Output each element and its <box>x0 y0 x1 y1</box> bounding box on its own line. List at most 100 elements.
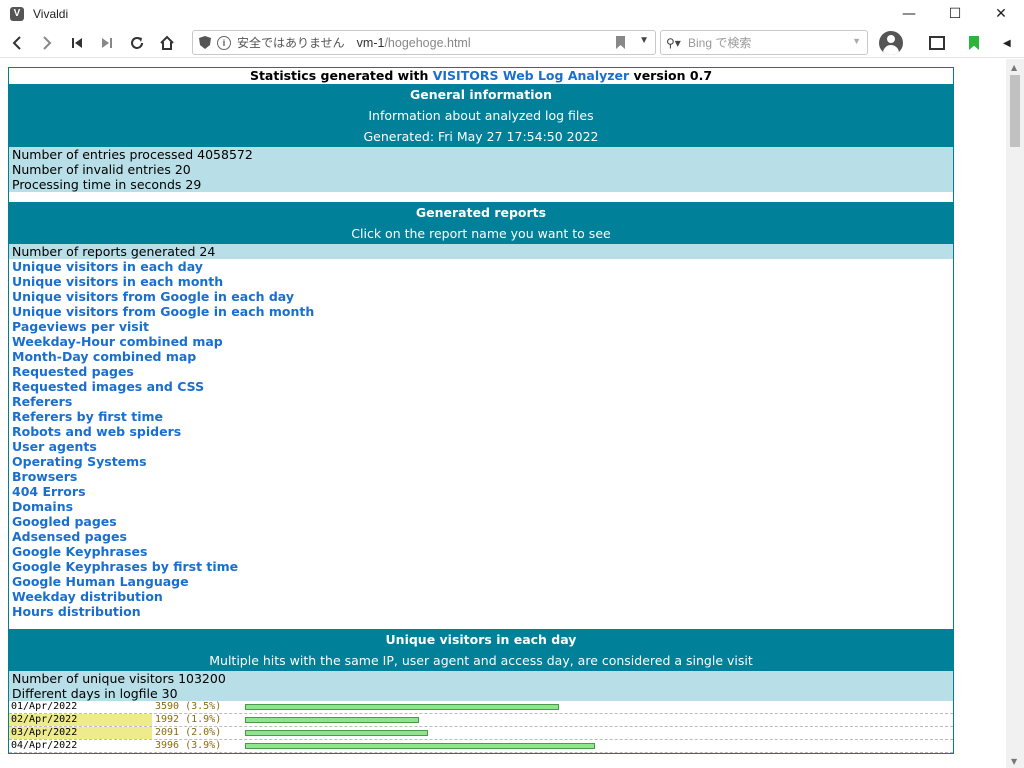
row-bar <box>245 717 419 723</box>
general-info-block: Number of entries processed 4058572 Numb… <box>9 147 953 192</box>
forward-arrow-icon[interactable] <box>32 29 62 57</box>
search-placeholder: Bing で検索 <box>688 36 752 50</box>
report-link[interactable]: Unique visitors from Google in each mont… <box>12 304 953 319</box>
report-link[interactable]: 404 Errors <box>12 484 953 499</box>
scroll-thumb[interactable] <box>1010 75 1020 147</box>
bookmark-icon[interactable] <box>616 36 625 49</box>
report-link[interactable]: Domains <box>12 499 953 514</box>
reports-count: Number of reports generated 24 <box>9 244 953 259</box>
capture-icon[interactable] <box>929 36 945 50</box>
close-button[interactable]: ✕ <box>978 0 1024 28</box>
report-link[interactable]: Weekday-Hour combined map <box>12 334 953 349</box>
different-days-count: Different days in logfile 30 <box>12 686 178 701</box>
reload-icon[interactable] <box>122 29 152 57</box>
report-link[interactable]: User agents <box>12 439 953 454</box>
daily-visitors-title: Unique visitors in each day <box>385 632 577 647</box>
home-icon[interactable] <box>152 29 182 57</box>
report-link[interactable]: Google Human Language <box>12 574 953 589</box>
fast-forward-icon[interactable] <box>92 29 122 57</box>
search-chevron-down-icon[interactable]: ▼ <box>852 36 861 46</box>
table-row: 01/Apr/2022 3590 (3.5%) <box>9 701 953 714</box>
daily-visitors-table: 01/Apr/2022 3590 (3.5%) 02/Apr/2022 1992 (1… <box>9 701 953 753</box>
scroll-down-icon[interactable]: ▼ <box>1011 757 1017 766</box>
report-link[interactable]: Referers by first time <box>12 409 953 424</box>
report-link[interactable]: Month-Day combined map <box>12 349 953 364</box>
info-icon[interactable]: i <box>217 35 231 50</box>
title-suffix: version 0.7 <box>629 68 713 83</box>
url-path: /hogehoge.html <box>384 35 471 50</box>
back-arrow-icon[interactable] <box>2 29 32 57</box>
row-value: 1992 (1.9%) <box>155 714 222 725</box>
maximize-button[interactable]: ☐ <box>932 0 978 28</box>
insecure-label: 安全ではありません <box>237 36 345 50</box>
search-bar[interactable]: ⚲▾ Bing で検索 ▼ <box>660 30 868 55</box>
title-prefix: Statistics generated with <box>249 68 433 83</box>
general-info-title: General information <box>410 87 552 102</box>
entries-processed: Number of entries processed 4058572 <box>12 147 253 162</box>
daily-visitors-subtitle: Multiple hits with the same IP, user age… <box>209 653 753 668</box>
report-link[interactable]: Unique visitors in each day <box>12 259 953 274</box>
minimize-button[interactable]: — <box>886 0 932 28</box>
table-row: 02/Apr/2022 1992 (1.9%) <box>9 714 953 727</box>
chevron-down-icon[interactable]: ▼ <box>639 35 649 46</box>
window-title: Vivaldi <box>33 7 69 21</box>
window-title-bar: V Vivaldi — ☐ ✕ <box>0 0 1024 28</box>
daily-visitors-header: Unique visitors in each day Multiple hit… <box>9 629 953 671</box>
row-date: 01/Apr/2022 <box>11 701 78 712</box>
table-row: 03/Apr/2022 2091 (2.0%) <box>9 727 953 740</box>
report-link[interactable]: Browsers <box>12 469 953 484</box>
generated-date: Generated: Fri May 27 17:54:50 2022 <box>363 129 599 144</box>
url-text[interactable]: vm-1/hogehoge.html <box>357 36 471 50</box>
table-row: 04/Apr/2022 3996 (3.9%) <box>9 740 953 753</box>
report-link[interactable]: Robots and web spiders <box>12 424 953 439</box>
report-link[interactable]: Operating Systems <box>12 454 953 469</box>
search-icon: ⚲▾ <box>666 35 681 50</box>
profile-avatar-icon[interactable] <box>879 31 903 55</box>
browser-toolbar: i 安全ではありません vm-1/hogehoge.html ▼ ⚲▾ Bing… <box>0 28 1024 58</box>
report-link[interactable]: Google Keyphrases <box>12 544 953 559</box>
daily-visitors-info: Number of unique visitors 103200 Differe… <box>9 671 953 701</box>
reports-subtitle: Click on the report name you want to see <box>351 226 611 241</box>
report-link[interactable]: Requested pages <box>12 364 953 379</box>
row-value: 3590 (3.5%) <box>155 701 222 712</box>
report-link[interactable]: Referers <box>12 394 953 409</box>
report-link[interactable]: Pageviews per visit <box>12 319 953 334</box>
report-link[interactable]: Adsensed pages <box>12 529 953 544</box>
page-title: Statistics generated with VISITORS Web L… <box>9 68 953 84</box>
reports-header: Generated reports Click on the report na… <box>9 202 953 244</box>
reports-title: Generated reports <box>415 205 547 220</box>
row-date: 04/Apr/2022 <box>11 740 78 751</box>
report-link[interactable]: Unique visitors in each month <box>12 274 953 289</box>
row-bar <box>245 704 559 710</box>
row-value: 3996 (3.9%) <box>155 740 222 751</box>
row-value: 2091 (2.0%) <box>155 727 222 738</box>
report-link-list: Unique visitors in each day Unique visito… <box>9 259 953 619</box>
page-viewport[interactable]: Statistics generated with VISITORS Web L… <box>0 59 1006 768</box>
rewind-icon[interactable] <box>62 29 92 57</box>
shield-icon[interactable] <box>199 36 211 49</box>
processing-time: Processing time in seconds 29 <box>12 177 202 192</box>
general-info-header: General information Information about an… <box>9 84 953 147</box>
row-bar <box>245 730 428 736</box>
report-link[interactable]: Hours distribution <box>12 604 953 619</box>
unique-visitors-count: Number of unique visitors 103200 <box>12 671 226 686</box>
scroll-up-icon[interactable]: ▲ <box>1011 63 1017 72</box>
report-link[interactable]: Googled pages <box>12 514 953 529</box>
url-host: vm-1 <box>356 35 385 50</box>
invalid-entries: Number of invalid entries 20 <box>12 162 191 177</box>
report-frame: Statistics generated with VISITORS Web L… <box>8 67 954 754</box>
vertical-scrollbar[interactable]: ▲ ▼ <box>1006 59 1024 768</box>
collapse-left-icon[interactable]: ◀ <box>1003 38 1011 49</box>
report-link[interactable]: Requested images and CSS <box>12 379 953 394</box>
general-info-subtitle: Information about analyzed log files <box>368 108 594 123</box>
report-link[interactable]: Google Keyphrases by first time <box>12 559 953 574</box>
panel-bookmark-icon[interactable] <box>969 36 979 50</box>
vivaldi-logo-icon: V <box>10 7 24 21</box>
address-bar[interactable]: i 安全ではありません vm-1/hogehoge.html ▼ <box>192 30 656 55</box>
visitors-link[interactable]: VISITORS Web Log Analyzer <box>433 68 629 83</box>
row-bar <box>245 743 595 749</box>
report-link[interactable]: Unique visitors from Google in each day <box>12 289 953 304</box>
row-date: 03/Apr/2022 <box>9 727 152 739</box>
report-link[interactable]: Weekday distribution <box>12 589 953 604</box>
row-date: 02/Apr/2022 <box>9 714 152 726</box>
